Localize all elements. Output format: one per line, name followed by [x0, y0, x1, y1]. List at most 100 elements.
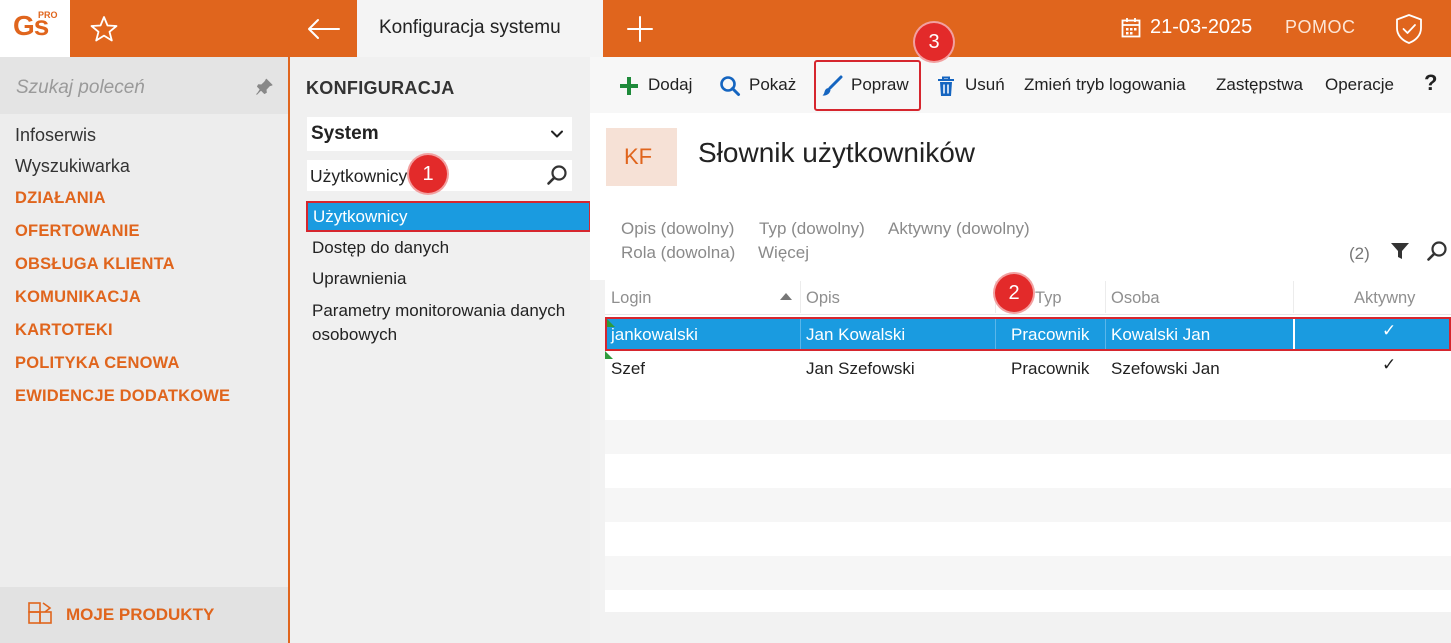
chevron-down-icon — [550, 127, 564, 141]
table-row[interactable]: jankowalski Jan Kowalski Pracownik Kowal… — [605, 317, 1451, 351]
annotation-badge-1: 1 — [409, 155, 447, 193]
app-logo[interactable]: Gs PRO — [0, 0, 70, 57]
cell-person: Szefowski Jan — [1111, 359, 1220, 378]
edit-button-highlight — [814, 60, 921, 111]
tree-filter-value: Użytkownicy — [310, 166, 408, 186]
cell-desc: Jan Kowalski — [806, 325, 906, 344]
cell-desc: Jan Szefowski — [806, 359, 915, 378]
delete-button[interactable]: Usuń — [935, 74, 1005, 98]
column-header-opis[interactable]: Opis — [806, 289, 840, 308]
plus-icon — [618, 75, 640, 97]
add-label: Dodaj — [648, 75, 693, 94]
group-select[interactable]: System — [307, 117, 572, 151]
delete-label: Usuń — [965, 75, 1005, 94]
annotation-badge-3: 3 — [915, 23, 953, 61]
filter-type[interactable]: Typ (dowolny) — [759, 219, 865, 239]
empty-row — [605, 488, 1451, 522]
cell-login: Szef — [611, 359, 646, 378]
column-header-aktywny[interactable]: Aktywny — [1354, 289, 1415, 308]
search-placeholder: Szukaj poleceń — [16, 77, 145, 98]
logo-sup: PRO — [38, 10, 58, 20]
module-badge-text: KF — [624, 144, 653, 169]
filter-role[interactable]: Rola (dowolna) — [621, 243, 735, 263]
filter-active[interactable]: Aktywny (dowolny) — [888, 219, 1030, 239]
new-tab-plus-icon[interactable] — [624, 12, 656, 46]
empty-row — [605, 420, 1451, 454]
config-panel: KONFIGURACJA System Użytkownicy Użytkown… — [290, 57, 591, 643]
command-search-input[interactable]: Szukaj poleceń — [0, 57, 289, 114]
trash-icon — [935, 75, 957, 97]
nav-section-kartoteki[interactable]: KARTOTEKI — [15, 321, 113, 340]
main-panel: Dodaj Pokaż Popraw Usuń Zmień tryb logow… — [590, 57, 1451, 643]
cell-separator — [1105, 319, 1106, 349]
nav-section-obsluga-klienta[interactable]: OBSŁUGA KLIENTA — [15, 255, 175, 274]
row-marker — [605, 351, 613, 359]
tree-item-parametry-monitorowania-cont[interactable]: osobowych — [312, 325, 397, 345]
tree-item-uprawnienia[interactable]: Uprawnienia — [312, 269, 407, 289]
page-header: KF Słownik użytkowników — [590, 113, 1451, 200]
change-login-mode-button[interactable]: Zmień tryb logowania — [1024, 74, 1186, 98]
column-header-osoba[interactable]: Osoba — [1111, 289, 1160, 308]
annotation-badge-2: 2 — [995, 274, 1033, 312]
nav-item-infoserwis[interactable]: Infoserwis — [15, 125, 96, 146]
sort-ascending-icon — [780, 293, 792, 300]
left-sidebar: Szukaj poleceń Infoserwis Wyszukiwarka D… — [0, 57, 289, 643]
my-products-button[interactable]: MOJE PRODUKTY — [0, 587, 289, 643]
column-header-typ[interactable]: Typ — [1035, 289, 1062, 308]
column-separator — [1105, 281, 1106, 313]
nav-section-ewidencje-dodatkowe[interactable]: EWIDENCJE DODATKOWE — [15, 387, 230, 406]
operations-button[interactable]: Operacje — [1325, 74, 1394, 98]
magnifier-icon — [719, 75, 741, 97]
current-date[interactable]: 21-03-2025 — [1150, 16, 1252, 39]
calendar-icon[interactable] — [1121, 17, 1141, 39]
tree-item-parametry-monitorowania[interactable]: Parametry monitorowania danych — [312, 301, 565, 321]
cell-active-check: ✓ — [1382, 321, 1397, 340]
cell-type: Pracownik — [1011, 325, 1090, 344]
show-button[interactable]: Pokaż — [719, 74, 796, 98]
users-grid: Login Opis Typ Osoba Aktywny jankowalski… — [605, 279, 1451, 612]
substitutes-button[interactable]: Zastępstwa — [1216, 74, 1303, 98]
filter-desc[interactable]: Opis (dowolny) — [621, 219, 734, 239]
tree-item-label: Użytkownicy — [313, 207, 408, 226]
nav-section-komunikacja[interactable]: KOMUNIKACJA — [15, 288, 141, 307]
column-separator — [800, 281, 801, 313]
products-icon — [27, 601, 53, 627]
top-bar: Gs PRO Konfiguracja systemu 21-03-2025 P… — [0, 0, 1451, 57]
filter-funnel-icon[interactable] — [1390, 241, 1410, 261]
column-separator — [1293, 281, 1294, 313]
config-title: KONFIGURACJA — [306, 78, 455, 98]
tree-item-dostep-do-danych[interactable]: Dostęp do danych — [312, 238, 449, 258]
nav-section-ofertowanie[interactable]: OFERTOWANIE — [15, 222, 140, 241]
filter-more[interactable]: Więcej — [758, 243, 809, 263]
grid-search-icon[interactable] — [1426, 240, 1448, 262]
cell-active-check: ✓ — [1382, 355, 1397, 374]
cell-separator — [1293, 319, 1295, 349]
nav-item-wyszukiwarka[interactable]: Wyszukiwarka — [15, 156, 130, 177]
filter-bar: Opis (dowolny) Typ (dowolny) Aktywny (do… — [590, 200, 1451, 280]
tree-item-uzytkownicy[interactable]: Użytkownicy — [306, 201, 591, 232]
group-select-value: System — [311, 123, 379, 144]
column-header-login[interactable]: Login — [611, 289, 651, 308]
cell-separator — [800, 319, 801, 349]
empty-row — [605, 556, 1451, 590]
add-button[interactable]: Dodaj — [618, 74, 692, 98]
table-row[interactable]: Szef Jan Szefowski Pracownik Szefowski J… — [605, 351, 1451, 385]
cell-login: jankowalski — [611, 325, 698, 344]
module-badge: KF — [606, 128, 677, 186]
my-products-label: MOJE PRODUKTY — [66, 605, 215, 624]
pin-icon[interactable] — [254, 77, 274, 97]
filter-count: (2) — [1349, 244, 1370, 263]
show-label: Pokaż — [749, 75, 797, 94]
cell-separator — [995, 319, 996, 349]
nav-section-dzialania[interactable]: DZIAŁANIA — [15, 189, 106, 208]
nav-section-polityka-cenowa[interactable]: POLITYKA CENOWA — [15, 354, 180, 373]
page-title: Słownik użytkowników — [698, 137, 975, 168]
tab-konfiguracja-systemu[interactable]: Konfiguracja systemu — [357, 0, 603, 57]
back-arrow-icon[interactable] — [303, 12, 345, 46]
help-button[interactable]: ? — [1424, 72, 1437, 96]
help-link[interactable]: POMOC — [1285, 17, 1356, 38]
search-icon[interactable] — [546, 164, 568, 186]
favorite-star-icon[interactable] — [86, 12, 122, 46]
toolbar: Dodaj Pokaż Popraw Usuń Zmień tryb logow… — [590, 57, 1451, 113]
shield-check-icon[interactable] — [1394, 13, 1424, 45]
